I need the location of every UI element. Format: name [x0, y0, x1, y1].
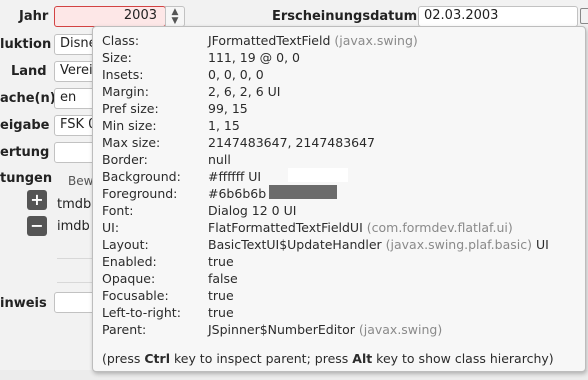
remove-rating-button[interactable]: −: [27, 216, 47, 236]
table-divider: [57, 258, 92, 259]
inspector-key: Size:: [102, 50, 132, 65]
inspector-key: Font:: [102, 203, 134, 218]
jahr-spinner[interactable]: ▲ ▼: [165, 6, 185, 27]
produktion-label: luktion: [0, 37, 52, 52]
inspector-value: #ffffff UI: [208, 169, 262, 184]
freigabe-label: eigabe: [0, 118, 50, 133]
inspector-value: 2147483647, 2147483647: [208, 135, 376, 150]
table-divider: [57, 282, 92, 283]
table-row[interactable]: tmdb: [57, 197, 91, 212]
inspector-value: 0, 0, 0, 0: [208, 67, 264, 82]
inspector-key: Margin:: [102, 84, 149, 99]
inspector-key: Class:: [102, 33, 140, 48]
wertungen-label: tungen: [0, 171, 53, 186]
inspector-key: Opaque:: [102, 271, 156, 286]
inspector-value: Dialog 12 0 UI: [208, 203, 297, 218]
inspector-value: 2, 6, 2, 6 UI: [208, 84, 281, 99]
ctrl-key: Ctrl: [144, 351, 170, 366]
inspector-value: 111, 19 @ 0, 0: [208, 50, 301, 65]
inspector-value: false: [208, 271, 238, 286]
add-rating-button[interactable]: +: [27, 190, 47, 210]
inspector-key: Insets:: [102, 67, 144, 82]
inspector-value: JSpinner$NumberEditor (javax.swing): [208, 322, 443, 337]
inspector-package: (javax.swing): [358, 322, 443, 337]
table-row[interactable]: imdb: [57, 219, 90, 234]
inspector-value: BasicTextUI$UpdateHandler (javax.swing.p…: [208, 237, 549, 252]
inspector-value: true: [208, 254, 234, 269]
alt-key: Alt: [352, 351, 373, 366]
inspector-key: Background:: [102, 169, 181, 184]
inspector-key: Min size:: [102, 118, 157, 133]
jahr-field[interactable]: 2003: [54, 6, 166, 27]
inspector-key: Left-to-right:: [102, 305, 181, 320]
inspector-key: Pref size:: [102, 101, 159, 116]
inspector-value: null: [208, 152, 231, 167]
inspector-value: true: [208, 305, 234, 320]
inspector-footer: (press Ctrl key to inspect parent; press…: [102, 351, 554, 366]
inspector-key: Foreground:: [102, 186, 178, 201]
background-color-swatch: [288, 168, 348, 182]
inspector-value: JFormattedTextField (javax.swing): [208, 33, 418, 48]
inspector-key: Parent:: [102, 322, 147, 337]
component-inspector-tooltip: Class: JFormattedTextField (javax.swing) S…: [92, 26, 586, 372]
inspector-key: Enabled:: [102, 254, 157, 269]
table-header-bewertung[interactable]: Bew: [68, 174, 93, 188]
inspector-value: #6b6b6b: [208, 186, 267, 201]
inspector-package: (javax.swing.plaf.basic): [385, 237, 532, 252]
inspector-key: Layout:: [102, 237, 149, 252]
inspector-key: Border:: [102, 152, 148, 167]
bewertung-label: ertung: [0, 145, 50, 160]
land-label: Land: [11, 64, 47, 79]
inspector-value: 1, 15: [208, 118, 240, 133]
hinweis-label: inweis: [0, 296, 47, 311]
inspector-package: (javax.swing): [334, 33, 418, 48]
foreground-color-swatch: [269, 185, 337, 199]
spinner-down-icon[interactable]: ▼: [166, 17, 184, 26]
inspector-value: FlatFormattedTextFieldUI (com.formdev.fl…: [208, 220, 513, 235]
calendar-icon[interactable]: [580, 8, 588, 24]
erscheinungsdatum-field[interactable]: 02.03.2003: [418, 6, 578, 27]
sprache-label: ache(n): [0, 91, 56, 106]
erscheinungsdatum-label: Erscheinungsdatum: [272, 9, 418, 24]
inspector-key: UI:: [102, 220, 120, 235]
jahr-label: Jahr: [19, 9, 49, 24]
inspector-key: Focusable:: [102, 288, 169, 303]
inspector-value: 99, 15: [208, 101, 248, 116]
inspector-value: true: [208, 288, 234, 303]
inspector-package: (com.formdev.flatlaf.ui): [366, 220, 513, 235]
inspector-key: Max size:: [102, 135, 161, 150]
